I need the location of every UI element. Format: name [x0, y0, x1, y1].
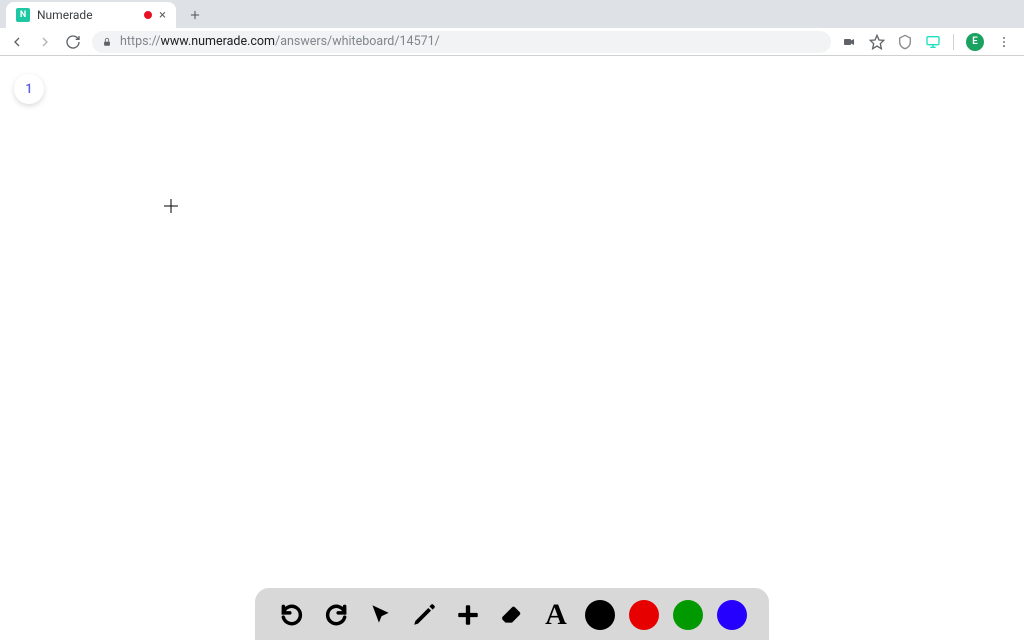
close-tab-icon[interactable]: × — [159, 9, 166, 22]
slide-number-badge[interactable]: 1 — [14, 74, 44, 104]
color-blue-button[interactable] — [717, 600, 747, 630]
browser-actions: E — [841, 33, 1016, 51]
pencil-tool-button[interactable] — [409, 600, 439, 630]
camera-icon[interactable] — [841, 34, 857, 50]
address-bar[interactable]: https://www.numerade.com/answers/whitebo… — [92, 31, 831, 53]
color-black-button[interactable] — [585, 600, 615, 630]
browser-tab-strip: N Numerade × — [0, 0, 1024, 28]
select-tool-button[interactable] — [365, 600, 395, 630]
recording-indicator-icon — [144, 11, 152, 19]
undo-button[interactable] — [277, 600, 307, 630]
whiteboard-toolbar: A — [255, 588, 769, 640]
tab-title: Numerade — [37, 8, 137, 22]
reload-button[interactable] — [64, 33, 82, 51]
url-text: https://www.numerade.com/answers/whitebo… — [120, 34, 440, 49]
separator — [953, 34, 954, 50]
browser-toolbar: https://www.numerade.com/answers/whitebo… — [0, 28, 1024, 56]
redo-button[interactable] — [321, 600, 351, 630]
profile-avatar[interactable]: E — [966, 33, 984, 51]
add-tool-button[interactable] — [453, 600, 483, 630]
back-button[interactable] — [8, 33, 26, 51]
eraser-tool-button[interactable] — [497, 600, 527, 630]
tab-favicon: N — [16, 8, 30, 22]
crosshair-cursor-icon — [164, 198, 178, 212]
star-icon[interactable] — [869, 34, 885, 50]
shield-icon[interactable] — [897, 34, 913, 50]
forward-button[interactable] — [36, 33, 54, 51]
whiteboard-canvas[interactable]: 1 A — [0, 56, 1024, 640]
color-green-button[interactable] — [673, 600, 703, 630]
new-tab-button[interactable] — [182, 2, 208, 28]
screen-icon[interactable] — [925, 34, 941, 50]
text-tool-button[interactable]: A — [541, 600, 571, 630]
browser-tab[interactable]: N Numerade × — [6, 2, 176, 28]
lock-icon — [102, 36, 112, 48]
color-red-button[interactable] — [629, 600, 659, 630]
kebab-menu-icon[interactable] — [996, 34, 1012, 50]
